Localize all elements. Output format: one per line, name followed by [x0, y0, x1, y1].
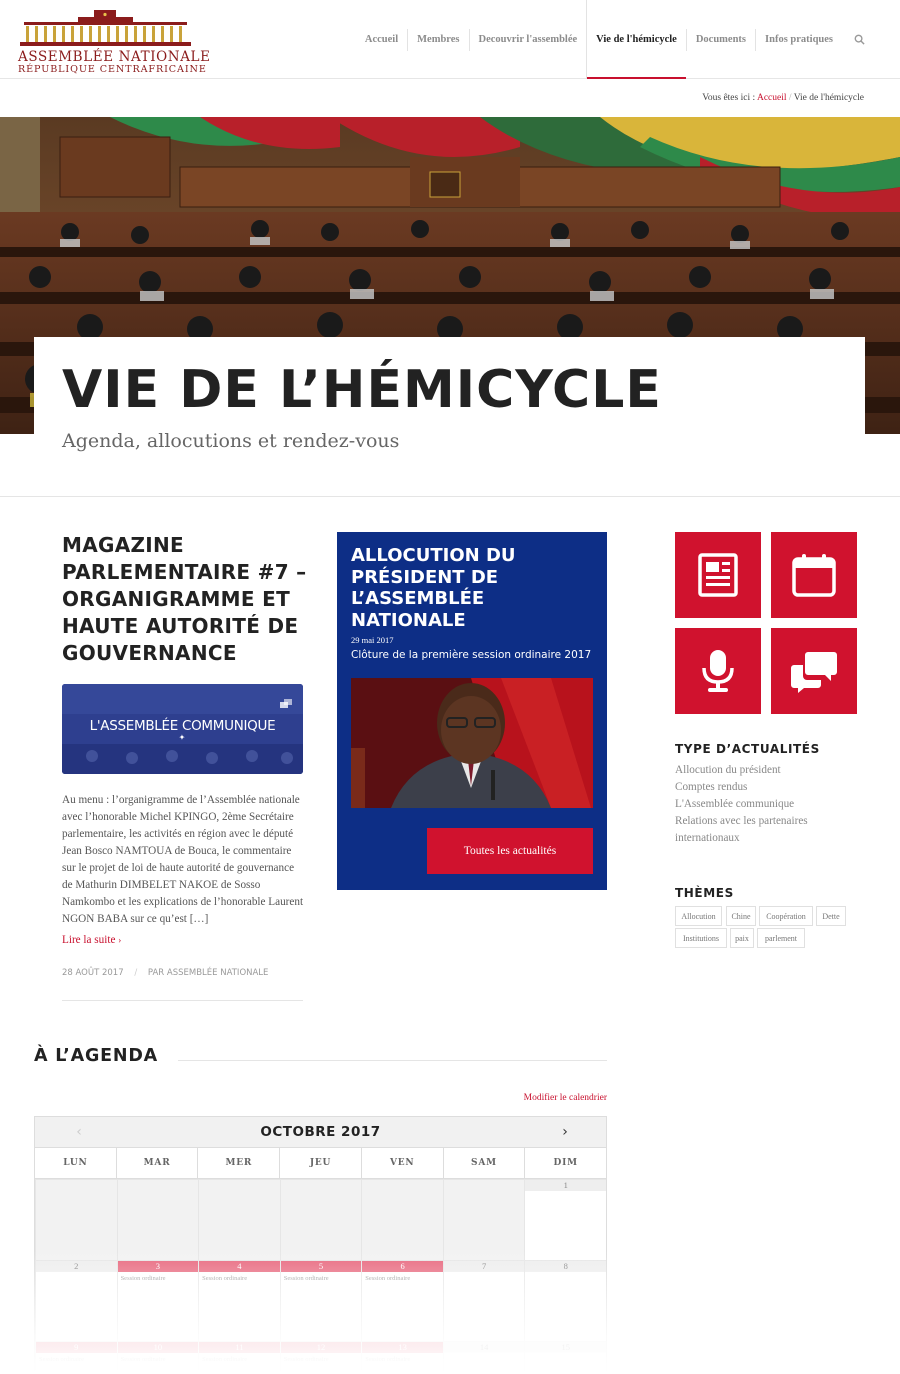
weekday-label: DIM — [524, 1148, 606, 1178]
breadcrumb-separator: / — [788, 93, 792, 103]
article-divider — [62, 1000, 303, 1001]
feature-subtitle: Clôture de la première session ordinaire… — [351, 649, 592, 661]
weekday-label: MER — [197, 1148, 279, 1178]
news-type-link[interactable]: Relations avec les partenaires internati… — [675, 813, 865, 847]
president-photo[interactable] — [351, 678, 593, 808]
site-logo[interactable]: ASSEMBLÉE NATIONALE RÉPUBLIQUE CENTRAFRI… — [18, 10, 211, 75]
meta-separator: / — [134, 968, 138, 978]
news-types-list: Allocution du président Comptes rendus L… — [675, 762, 865, 847]
tag-link[interactable]: parlement — [757, 928, 805, 948]
newspaper-icon — [698, 553, 738, 597]
nav-membres[interactable]: Membres — [407, 28, 468, 51]
search-icon[interactable] — [846, 29, 872, 51]
calendar-header: OCTOBRE 2017 ‹ › — [35, 1117, 606, 1148]
article-meta: 28 AOÛT 2017 / PAR ASSEMBLÉE NATIONALE — [62, 968, 268, 978]
chevron-left-icon[interactable]: ‹ — [69, 1117, 89, 1148]
nav-documents[interactable]: Documents — [685, 28, 755, 51]
tag-link[interactable]: Dette — [816, 906, 846, 926]
calendar-empty-cell — [35, 1179, 117, 1260]
weekday-label: LUN — [63, 1158, 88, 1168]
feature-title[interactable]: ALLOCUTION DU PRÉSIDENT DE L’ASSEMBLÉE N… — [351, 545, 601, 631]
tag-link[interactable]: Institutions — [675, 928, 727, 948]
tile-calendar[interactable] — [771, 532, 857, 618]
calendar-icon — [792, 554, 836, 597]
article-date: 28 AOÛT 2017 — [62, 968, 124, 978]
chevron-right-icon[interactable]: › — [555, 1117, 575, 1148]
calendar-empty-cell — [198, 1179, 280, 1260]
weekday-label: VEN — [360, 1148, 443, 1178]
calendar-weekdays: LUN MAR MER JEU VEN SAM DIM — [35, 1148, 606, 1179]
nav-accueil[interactable]: Accueil — [356, 29, 407, 51]
chevron-right-icon: › — [118, 935, 122, 945]
tile-microphone[interactable] — [675, 628, 761, 714]
breadcrumb: Vous êtes ici : Accueil / Vie de l'hémic… — [702, 93, 864, 103]
feature-date: 29 mai 2017 — [351, 635, 394, 645]
all-news-button[interactable]: Toutes les actualités — [427, 828, 593, 874]
calendar-empty-cell — [116, 1179, 199, 1260]
agenda-heading: À L’AGENDA — [34, 1046, 158, 1066]
tile-discussion[interactable] — [771, 628, 857, 714]
article-thumbnail[interactable]: ✦ L'ASSEMBLÉE COMMUNIQUE — [62, 684, 303, 774]
article-title[interactable]: MAGAZINE PARLEMENTAIRE #7 – ORGANIGRAMME… — [62, 532, 307, 667]
logo-title: ASSEMBLÉE NATIONALE — [18, 49, 211, 65]
tag-link[interactable]: paix — [730, 928, 754, 948]
page-title: VIE DE L’HÉMICYCLE — [62, 360, 662, 420]
news-type-link[interactable]: L'Assemblée communique — [675, 796, 865, 813]
parliament-building-logo — [20, 10, 191, 46]
tag-link[interactable]: Coopération — [759, 906, 813, 926]
calendar-empty-cell — [279, 1179, 362, 1260]
weekday-label: JEU — [279, 1148, 361, 1178]
page-subtitle: Agenda, allocutions et rendez-vous — [62, 430, 400, 452]
calendar-month: OCTOBRE 2017 — [260, 1124, 381, 1140]
nav-decouvrir[interactable]: Decouvrir l'assemblée — [468, 28, 587, 51]
breadcrumb-current: Vie de l'hémicycle — [793, 93, 864, 103]
news-types-heading: TYPE D’ACTUALITÉS — [675, 742, 820, 756]
read-more-link[interactable]: Lire la suite › — [62, 934, 121, 946]
read-more-label: Lire la suite — [62, 934, 116, 946]
tag-link[interactable]: Allocution — [675, 906, 722, 926]
tag-link[interactable]: Chine — [726, 906, 756, 926]
nav-infos-pratiques[interactable]: Infos pratiques — [755, 28, 842, 51]
microphone-icon — [702, 650, 734, 692]
svg-text:✦: ✦ — [179, 733, 186, 742]
calendar-day-number: 1 — [525, 1180, 606, 1191]
themes-heading: THÈMES — [675, 886, 734, 900]
site-header: ASSEMBLÉE NATIONALE RÉPUBLIQUE CENTRAFRI… — [0, 0, 900, 79]
article-author: PAR ASSEMBLÉE NATIONALE — [147, 968, 269, 978]
thumbnail-caption: L'ASSEMBLÉE COMMUNIQUE — [89, 718, 276, 734]
calendar-empty-cell — [442, 1179, 525, 1260]
chat-bubbles-icon — [791, 652, 837, 693]
nav-vie-hemicycle[interactable]: Vie de l'hémicycle — [586, 0, 686, 79]
breadcrumb-prefix: Vous êtes ici : — [702, 93, 756, 103]
article-excerpt: Au menu : l’organigramme de l’Assemblée … — [62, 794, 304, 925]
modify-calendar-link[interactable]: Modifier le calendrier — [524, 1093, 607, 1103]
news-type-link[interactable]: Comptes rendus — [675, 779, 865, 796]
main-nav: Accueil Membres Decouvrir l'assemblée Vi… — [356, 0, 872, 79]
weekday-label: SAM — [442, 1148, 525, 1178]
weekday-label: MAR — [115, 1148, 198, 1178]
president-portrait — [351, 678, 593, 808]
featured-speech-card: ALLOCUTION DU PRÉSIDENT DE L’ASSEMBLÉE N… — [337, 532, 607, 890]
breadcrumb-home-link[interactable]: Accueil — [757, 93, 787, 103]
section-divider — [0, 496, 900, 497]
news-type-link[interactable]: Allocution du président — [675, 762, 865, 779]
bottom-fade-overlay — [0, 1250, 900, 1374]
logo-subtitle: RÉPUBLIQUE CENTRAFRICAINE — [18, 64, 207, 75]
calendar-empty-cell — [361, 1179, 443, 1260]
tile-newspaper[interactable] — [675, 532, 761, 618]
agenda-heading-rule — [178, 1060, 607, 1061]
category-tiles — [675, 532, 857, 714]
calendar-day-cell[interactable]: 1 — [524, 1179, 606, 1260]
